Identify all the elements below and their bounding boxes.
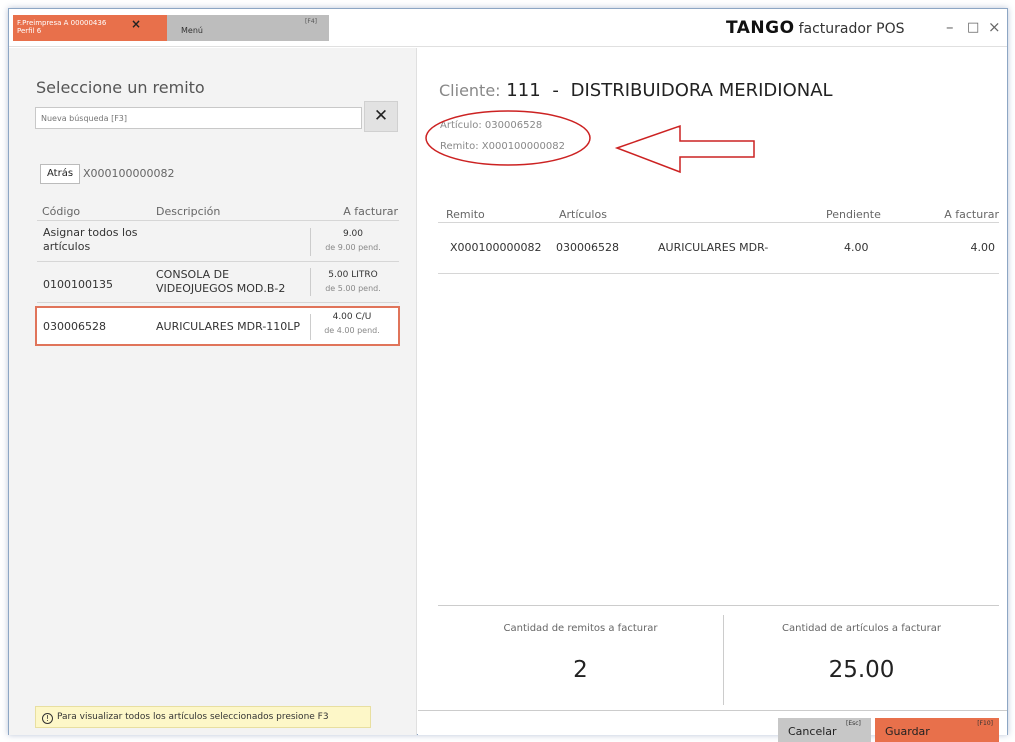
annotation-arrow xyxy=(614,124,755,174)
app-window: F.Preimpresa A 00000436 Perfil 6 × Menú … xyxy=(8,8,1008,742)
item-qty: 4.00 C/U xyxy=(332,312,372,322)
tab-menu-shortcut: [F4] xyxy=(305,18,317,25)
info-icon: ! xyxy=(42,713,53,724)
back-button[interactable]: Atrás xyxy=(40,164,81,184)
column-header-description: Descripción xyxy=(156,205,221,218)
column-header-code: Código xyxy=(42,205,81,218)
brand: TANGO facturador POS xyxy=(726,18,905,38)
item-code: 0100100135 xyxy=(43,278,113,291)
divider xyxy=(310,314,311,340)
total-remitos-value: 2 xyxy=(573,657,588,683)
item-pending: de 5.00 pend. xyxy=(325,284,381,293)
save-label: Guardar xyxy=(885,725,930,738)
item-description: CONSOLA DE VIDEOJUEGOS MOD.B-2 xyxy=(156,268,286,295)
divider xyxy=(418,710,1007,711)
column-header-articulos: Artículos xyxy=(559,208,607,221)
tab-menu-label: Menú xyxy=(181,26,203,35)
tab-subtitle: Perfil 6 xyxy=(17,27,42,35)
close-icon[interactable]: × xyxy=(988,18,1001,36)
item-qty: 9.00 xyxy=(342,229,364,239)
annotation-overlay xyxy=(425,110,755,174)
invoice-panel: Cliente: 111 - DISTRIBUIDORA MERIDIONAL … xyxy=(418,48,1007,742)
brand-logo: TANGO xyxy=(726,18,795,38)
item-code: 030006528 xyxy=(43,320,106,333)
info-hint: ! Para visualizar todos los artículos sel… xyxy=(35,706,371,728)
divider xyxy=(310,228,311,256)
title-bar: F.Preimpresa A 00000436 Perfil 6 × Menú … xyxy=(9,9,1007,47)
item-description: AURICULARES MDR-110LP xyxy=(156,320,301,333)
breadcrumb: X000100000082 xyxy=(83,167,175,180)
save-button[interactable]: Guardar [F10] xyxy=(875,718,999,742)
tab-preimpresa[interactable]: F.Preimpresa A 00000436 Perfil 6 × xyxy=(13,15,167,41)
tab-title: F.Preimpresa A 00000436 xyxy=(17,19,107,27)
cancel-label: Cancelar xyxy=(788,725,837,738)
column-header-a-facturar: A facturar xyxy=(944,208,999,221)
list-item-assign-all[interactable]: Asignar todos los artículos 9.00 de 9.00… xyxy=(37,222,399,262)
divider xyxy=(37,220,399,221)
item-qty: 5.00 LITRO xyxy=(328,270,378,280)
list-item[interactable]: 0100100135 CONSOLA DE VIDEOJUEGOS MOD.B-… xyxy=(37,262,399,303)
brand-product: facturador POS xyxy=(798,21,905,37)
divider xyxy=(438,222,999,223)
divider xyxy=(438,605,999,606)
maximize-icon[interactable]: □ xyxy=(967,20,979,35)
cell-description: AURICULARES MDR- xyxy=(658,241,769,254)
save-shortcut: [F10] xyxy=(977,720,993,727)
annotation-ellipse xyxy=(425,110,591,166)
cell-pendiente: 4.00 xyxy=(844,241,869,254)
cell-articulo: 030006528 xyxy=(556,241,619,254)
total-articulos-value: 25.00 xyxy=(828,657,895,683)
item-pending: de 9.00 pend. xyxy=(325,243,381,252)
column-header-remito: Remito xyxy=(446,208,485,221)
table-row[interactable]: X000100000082 030006528 AURICULARES MDR-… xyxy=(438,224,999,274)
tab-close-icon[interactable]: × xyxy=(131,18,141,30)
tab-menu[interactable]: Menú [F4] xyxy=(167,15,329,41)
panel-title: Seleccione un remito xyxy=(36,78,205,97)
minimize-icon[interactable]: – xyxy=(946,18,954,36)
cell-a-facturar: 4.00 xyxy=(970,241,996,254)
column-header-pendiente: Pendiente xyxy=(826,208,881,221)
total-articulos-label: Cantidad de artículos a facturar xyxy=(782,623,941,634)
total-remitos-label: Cantidad de remitos a facturar xyxy=(503,623,658,634)
item-code: Asignar todos los artículos xyxy=(43,226,138,253)
cancel-shortcut: [Esc] xyxy=(846,720,861,727)
item-pending: de 4.00 pend. xyxy=(324,326,380,335)
cancel-button[interactable]: Cancelar [Esc] xyxy=(778,718,871,742)
search-input[interactable] xyxy=(35,107,362,129)
list-item-selected[interactable]: 030006528 AURICULARES MDR-110LP 4.00 C/U… xyxy=(35,306,400,346)
divider xyxy=(310,268,311,296)
remito-selector-panel: Seleccione un remito ✕ Atrás X0001000000… xyxy=(9,48,417,735)
clear-search-button[interactable]: ✕ xyxy=(364,101,398,132)
cell-remito: X000100000082 xyxy=(450,241,542,254)
hint-text: Para visualizar todos los artículos sele… xyxy=(57,712,329,722)
column-header-a-facturar: A facturar xyxy=(343,205,398,218)
